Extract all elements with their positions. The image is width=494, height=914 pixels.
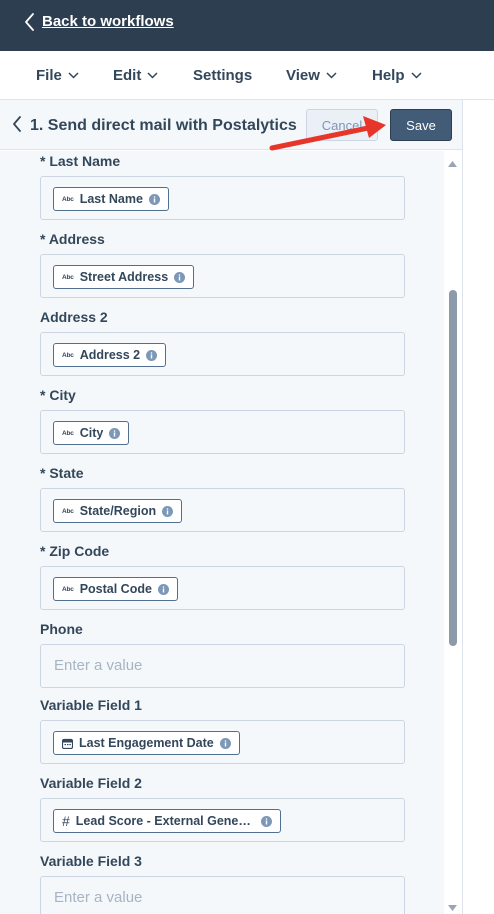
panel-title: 1. Send direct mail with Postalytics: [30, 117, 297, 134]
field-label-zip-code: * Zip Code: [40, 543, 110, 559]
field-address[interactable]: Abc Street Address: [40, 254, 405, 298]
token-label: City: [79, 426, 104, 440]
info-icon[interactable]: [148, 193, 160, 205]
field-label-city: * City: [40, 387, 76, 403]
field-last-name[interactable]: Abc Last Name: [40, 176, 405, 220]
chevron-down-icon: [326, 72, 337, 79]
field-label-state: * State: [40, 465, 84, 481]
text-icon: Abc: [62, 195, 74, 203]
text-icon: Abc: [62, 273, 74, 281]
menu-settings-label: Settings: [193, 67, 253, 84]
field-label-address: * Address: [40, 231, 105, 247]
menu-edit-label: Edit: [113, 67, 142, 84]
property-token[interactable]: Abc Address 2: [53, 343, 167, 367]
property-token[interactable]: Abc City: [53, 421, 130, 445]
token-label: State/Region: [79, 504, 157, 518]
field-label-variable-2: Variable Field 2: [40, 775, 142, 791]
property-token[interactable]: Abc Postal Code: [53, 577, 178, 601]
info-icon[interactable]: [260, 815, 272, 827]
right-gutter: [462, 100, 494, 914]
text-icon: Abc: [62, 351, 74, 359]
menu-help-label: Help: [372, 67, 405, 84]
property-token[interactable]: Abc State/Region: [53, 499, 183, 523]
field-label-address-2: Address 2: [40, 309, 108, 325]
field-variable-2[interactable]: # Lead Score - External Gene…: [40, 798, 405, 842]
field-placeholder: Enter a value: [54, 889, 143, 906]
action-panel-header: 1. Send direct mail with Postalytics Can…: [0, 100, 462, 150]
chevron-down-icon: [147, 72, 158, 79]
scroll-down-icon[interactable]: [448, 898, 457, 914]
field-city[interactable]: Abc City: [40, 410, 405, 454]
chevron-left-icon[interactable]: [25, 13, 35, 36]
token-label: Postal Code: [79, 582, 152, 596]
field-variable-1[interactable]: Last Engagement Date: [40, 720, 405, 764]
token-label: Address 2: [79, 348, 141, 362]
top-bar: Back to workflows: [0, 0, 494, 51]
menu-bar: File Edit Settings View Help: [0, 51, 494, 100]
token-label: Street Address: [79, 270, 169, 284]
field-variable-3[interactable]: Enter a value: [40, 876, 405, 914]
info-icon[interactable]: [146, 349, 158, 361]
property-token[interactable]: Abc Street Address: [53, 265, 195, 289]
menu-view-label: View: [286, 67, 320, 84]
token-label: Last Name: [79, 192, 143, 206]
field-label-phone: Phone: [40, 621, 83, 637]
info-icon[interactable]: [219, 737, 231, 749]
chevron-down-icon: [410, 72, 422, 79]
scrollbar-thumb[interactable]: [449, 290, 457, 646]
menu-edit[interactable]: Edit: [113, 67, 158, 84]
text-icon: Abc: [62, 507, 74, 515]
token-label: Lead Score - External Gene…: [75, 814, 251, 828]
save-button[interactable]: Save: [390, 109, 452, 141]
field-label-last-name: * Last Name: [40, 153, 121, 169]
field-state[interactable]: Abc State/Region: [40, 488, 405, 532]
property-token[interactable]: # Lead Score - External Gene…: [53, 809, 281, 833]
menu-view[interactable]: View: [286, 67, 337, 84]
info-icon[interactable]: [162, 505, 174, 517]
info-icon[interactable]: [174, 271, 186, 283]
field-address-2[interactable]: Abc Address 2: [40, 332, 405, 376]
text-icon: Abc: [62, 585, 74, 593]
field-placeholder: Enter a value: [54, 657, 143, 674]
field-label-variable-3: Variable Field 3: [40, 853, 142, 869]
back-to-workflows-link[interactable]: Back to workflows: [42, 13, 174, 31]
chevron-down-icon: [68, 72, 79, 79]
menu-help[interactable]: Help: [372, 67, 422, 84]
text-icon: Abc: [62, 429, 74, 437]
calendar-icon: [62, 738, 73, 749]
menu-settings[interactable]: Settings: [193, 67, 252, 84]
info-icon[interactable]: [157, 583, 169, 595]
field-label-variable-1: Variable Field 1: [40, 697, 142, 713]
field-phone[interactable]: Enter a value: [40, 644, 405, 688]
info-icon[interactable]: [109, 427, 121, 439]
chevron-left-icon[interactable]: [13, 116, 22, 137]
token-label: Last Engagement Date: [79, 736, 214, 750]
action-form: * Last Name Abc Last Name * Address Abc …: [0, 151, 444, 914]
menu-file[interactable]: File: [36, 67, 79, 84]
property-token[interactable]: Abc Last Name: [53, 187, 169, 211]
hash-icon: #: [62, 813, 70, 829]
property-token[interactable]: Last Engagement Date: [53, 731, 240, 755]
scroll-up-icon[interactable]: [448, 154, 457, 172]
cancel-button[interactable]: Cancel: [306, 109, 378, 141]
menu-file-label: File: [36, 67, 62, 84]
field-zip-code[interactable]: Abc Postal Code: [40, 566, 405, 610]
